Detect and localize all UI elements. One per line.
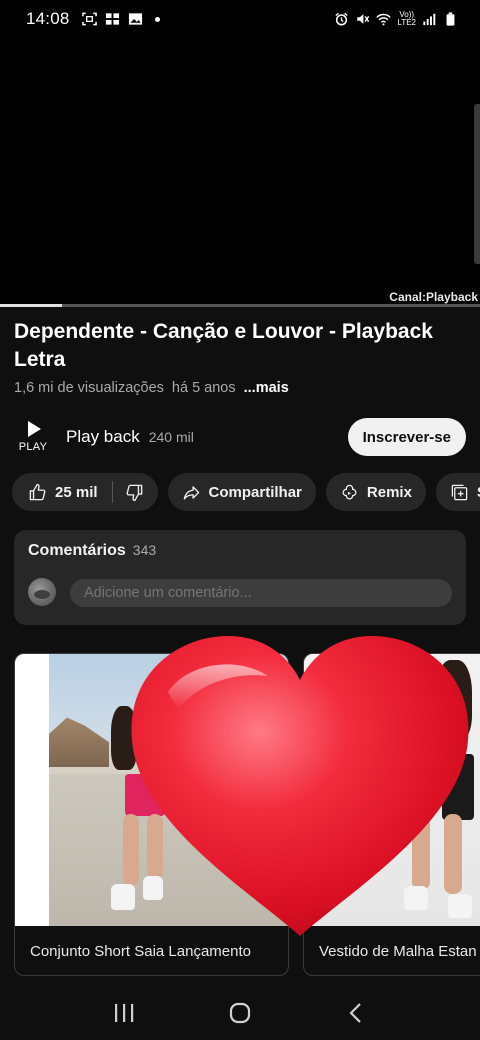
remix-label: Remix [366, 483, 412, 501]
back-icon [349, 1002, 361, 1023]
like-separator [111, 481, 113, 503]
back-button[interactable] [336, 993, 376, 1033]
channel-row: PLAY Play back 240 mil Inscrever-se [14, 414, 466, 460]
user-avatar [28, 578, 56, 606]
view-count: 1,6 mi de visualizações [14, 380, 164, 396]
comment-input[interactable] [70, 579, 452, 607]
subscribe-button[interactable]: Inscrever-se [347, 418, 466, 456]
upload-age: há 5 anos [171, 380, 236, 396]
product-caption[interactable]: Conjunto Short Saia Lançamento [30, 943, 251, 960]
comments-header: Comentários 343 [28, 542, 156, 560]
comments-title: Comentários [28, 542, 126, 559]
video-title[interactable]: Dependente - Canção e Louvor - Playback … [14, 318, 466, 374]
player-side-edge [474, 104, 480, 264]
comments-panel[interactable]: Comentários 343 [14, 530, 466, 625]
thumbs-down-icon[interactable] [125, 483, 144, 502]
home-icon [229, 1002, 251, 1023]
video-watermark: Canal:Playback [389, 290, 478, 304]
image-icon [128, 13, 142, 25]
screenshot-icon [81, 12, 97, 26]
save-button[interactable]: Sa [435, 473, 480, 511]
share-label: Compartilhar [208, 483, 302, 501]
video-meta[interactable]: 1,6 mi de visualizações há 5 anos ...mai… [14, 380, 289, 396]
home-button[interactable] [220, 993, 260, 1033]
network-label-bottom: LTE2 [397, 18, 416, 27]
signal-icon [423, 13, 436, 26]
network-type-label: Vo)) LTE2 [397, 11, 416, 27]
product-caption[interactable]: Vestido de Malha Estan [319, 943, 477, 960]
subscriber-count: 240 mil [148, 429, 194, 445]
recent-apps-icon [115, 1003, 134, 1022]
notification-dot [154, 16, 160, 22]
save-to-playlist-icon [451, 484, 468, 500]
wifi-icon [376, 13, 392, 26]
more-button[interactable]: ...mais [244, 380, 289, 396]
status-time: 14:08 [26, 9, 70, 28]
status-bar: 14:08 Vo)) LTE2 [0, 0, 480, 38]
remix-button[interactable]: Remix [325, 473, 426, 511]
thumbs-up-icon[interactable] [28, 483, 47, 502]
gallery-icon [105, 13, 119, 25]
mute-icon [357, 14, 370, 24]
share-button[interactable]: Compartilhar [167, 473, 316, 511]
comments-count: 343 [132, 542, 157, 558]
recent-apps-button[interactable] [104, 993, 144, 1033]
status-notification-icons [81, 12, 160, 26]
remix-icon [342, 484, 357, 499]
video-progress-fill [0, 304, 63, 307]
action-bar: 25 mil Compartilhar Remix Sa [12, 473, 480, 511]
like-count[interactable]: 25 mil [55, 484, 98, 501]
battery-icon [446, 12, 455, 26]
channel-name[interactable]: Play back [66, 427, 140, 447]
like-dislike-chip: 25 mil [12, 473, 158, 511]
system-nav-bar [0, 985, 480, 1040]
channel-avatar-text: PLAY [18, 441, 48, 453]
heart-reaction-icon [131, 636, 469, 936]
share-icon [183, 485, 199, 500]
alarm-icon [335, 12, 349, 26]
channel-avatar[interactable]: PLAY [14, 414, 52, 460]
video-player[interactable]: Canal:Playback [0, 38, 480, 306]
video-progress-bar[interactable] [0, 304, 480, 307]
status-system-icons: Vo)) LTE2 [334, 11, 458, 27]
play-logo-icon [28, 421, 41, 437]
